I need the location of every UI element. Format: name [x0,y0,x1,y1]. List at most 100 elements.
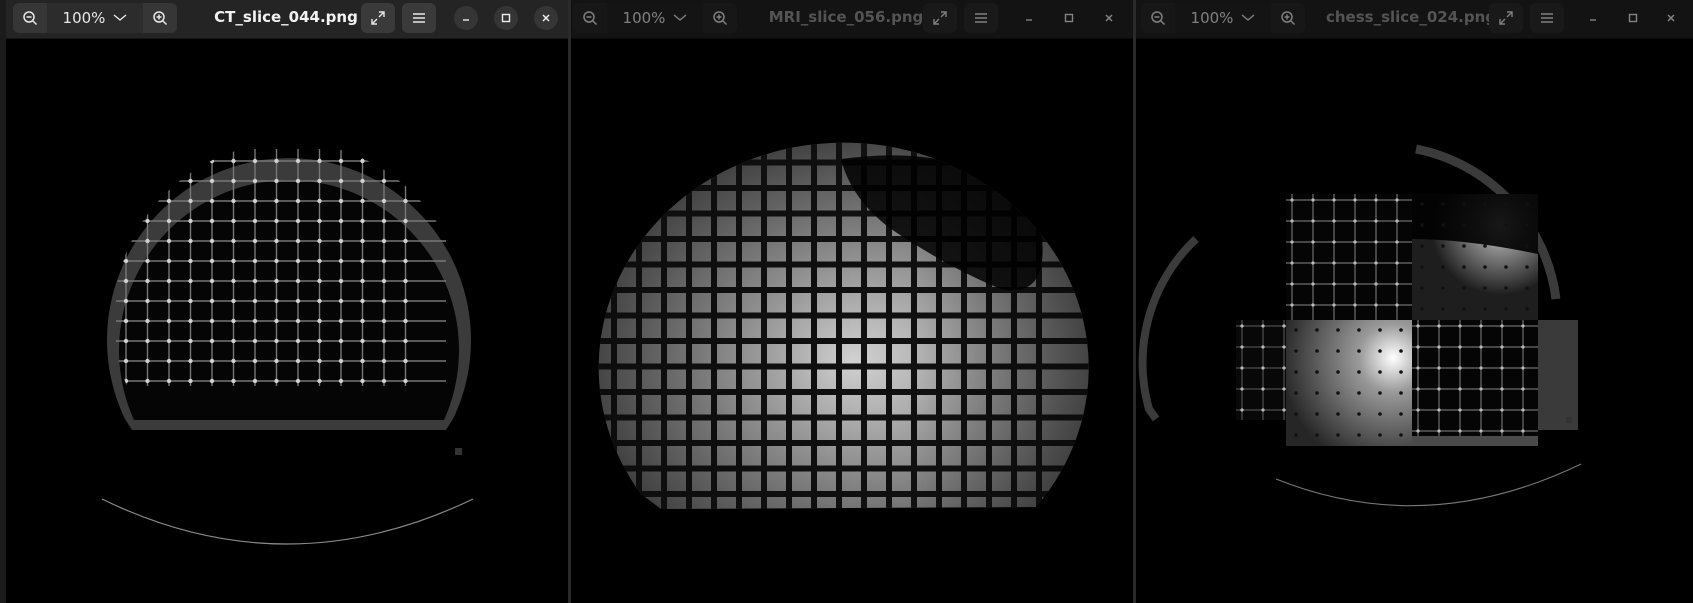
grid-point [1378,328,1382,332]
grid-point [1315,391,1319,395]
grid-point [295,178,301,184]
grid-point [1416,345,1420,349]
grid-point [1374,282,1378,286]
zoom-out-button[interactable] [573,3,607,33]
hamburger-menu-icon [975,13,987,23]
grid-bar [571,134,1133,140]
grid-point [1483,202,1487,206]
grid-point [403,298,408,304]
grid-point [1437,324,1441,328]
grid-point [1395,198,1399,202]
grid-point [166,378,172,384]
grid-point [1521,387,1525,391]
minimize-icon [1026,19,1032,21]
grid-point [1500,366,1504,370]
maximize-icon [501,13,511,23]
grid-point [1504,223,1508,227]
grid-point [231,158,236,164]
minimize-icon [463,19,469,21]
grid-point [166,198,172,204]
image-canvas[interactable] [6,39,568,603]
grid-point [188,238,193,244]
grid-point [123,198,129,204]
grid-point [166,178,172,184]
grid-point [274,198,279,204]
grid-point [338,298,344,304]
main-menu-button[interactable] [402,3,436,33]
close-button[interactable] [1097,6,1121,30]
close-button[interactable] [1659,6,1683,30]
grid-point [252,278,258,284]
grid-point [188,378,193,384]
minimize-icon [1590,19,1596,21]
grid-point [123,158,129,164]
grid-point [209,258,215,264]
grid-point [145,338,150,344]
grid-point [1462,223,1466,227]
grid-point [1357,391,1361,395]
viewer-window-mri: 100% MRI_slice_056.png [571,0,1133,603]
grid-point [338,158,344,164]
image-canvas[interactable] [1136,39,1693,603]
grid-point [274,178,279,184]
grid-point [381,278,387,284]
grid-point [1294,412,1298,416]
grid-point [1521,429,1525,433]
grid-point [1483,223,1487,227]
grid-point [295,318,301,324]
grid-point [1483,307,1487,311]
grid-point [1374,219,1378,223]
fullscreen-button[interactable] [1489,3,1523,33]
grid-point [123,278,129,284]
zoom-level-dropdown[interactable]: 100% [1175,3,1271,33]
zoom-level-dropdown[interactable]: 100% [47,3,143,33]
grid-point [209,338,215,344]
headerbar: 100% chess_slice_024.png [1136,0,1693,39]
grid-point [1332,261,1336,265]
grid-point [1462,244,1466,248]
grid-point [360,318,365,324]
zoom-in-button[interactable] [143,3,177,33]
zoom-out-icon [1151,11,1166,26]
fullscreen-button[interactable] [923,3,957,33]
close-icon [1105,14,1113,22]
grid-point [209,198,215,204]
zoom-out-button[interactable] [1141,3,1175,33]
zoom-out-button[interactable] [13,3,47,33]
close-button[interactable] [534,6,558,30]
main-menu-button[interactable] [964,3,998,33]
grid-bar [571,517,1133,523]
grid-point [145,198,150,204]
grid-point [403,238,408,244]
grid-point [1311,219,1315,223]
minimize-button[interactable] [1017,6,1041,30]
zoom-level-dropdown[interactable]: 100% [607,3,703,33]
maximize-button[interactable] [1057,6,1081,30]
grid-point [1441,265,1445,269]
grid-point [231,338,236,344]
grid-point [1399,370,1403,374]
grid-point [1261,408,1265,412]
grid-point [1240,387,1244,391]
fullscreen-button[interactable] [361,3,395,33]
grid-point [1420,307,1424,311]
main-menu-button[interactable] [1530,3,1564,33]
viewer-window-chess: 100% chess_slice_024.png [1136,0,1693,603]
grid-point [1374,261,1378,265]
maximize-button[interactable] [494,6,518,30]
grid-point [1240,324,1244,328]
grid-point [1525,265,1529,269]
grid-point [381,358,387,364]
grid-point [188,178,193,184]
zoom-in-button[interactable] [1271,3,1305,33]
minimize-button[interactable] [1581,6,1605,30]
maximize-button[interactable] [1621,6,1645,30]
grid-point [1437,345,1441,349]
grid-point [1416,366,1420,370]
grid-point [338,358,344,364]
minimize-button[interactable] [454,6,478,30]
grid-point [231,318,236,324]
grid-point [145,218,150,224]
image-canvas[interactable] [571,39,1133,603]
zoom-in-button[interactable] [703,3,737,33]
